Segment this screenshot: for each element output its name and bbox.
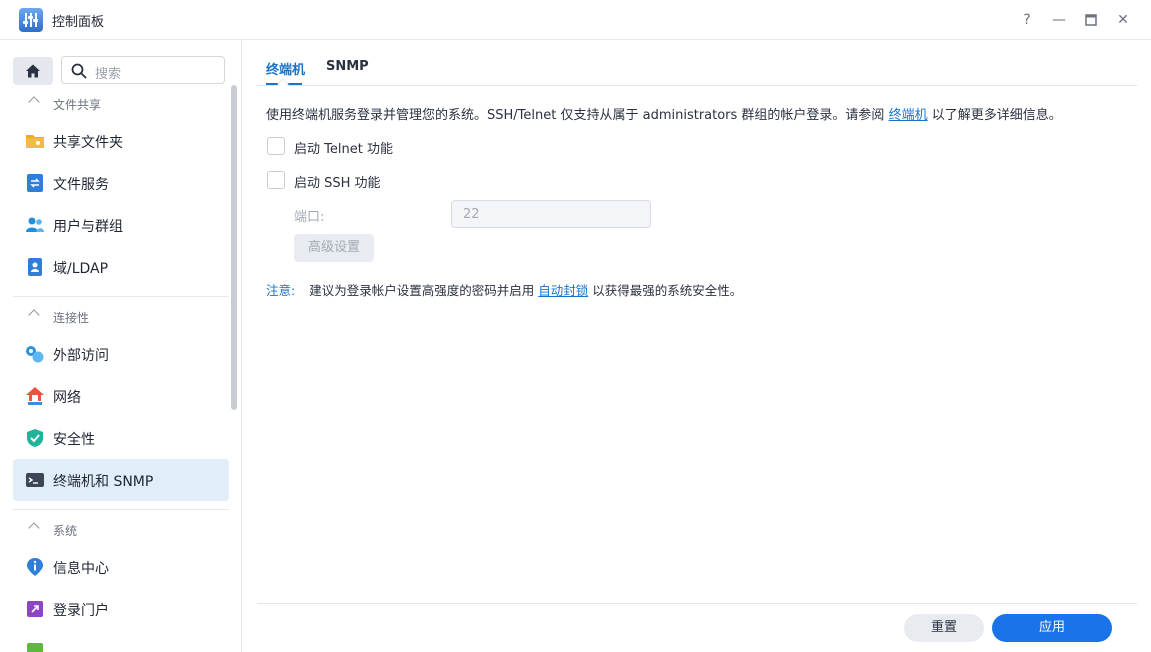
search-placeholder: 搜索 bbox=[95, 67, 122, 82]
external-access-icon bbox=[26, 346, 44, 363]
home-icon bbox=[26, 64, 40, 78]
sidebar-item-network[interactable]: 网络 bbox=[13, 375, 229, 417]
main-panel: 终端机 SNMP 使用终端机服务登录并管理您的系统。SSH/Telnet 仅支持… bbox=[243, 40, 1151, 652]
tab-terminal[interactable]: 终端机 bbox=[266, 59, 305, 78]
sidebar-item-external-access[interactable]: 外部访问 bbox=[13, 333, 229, 375]
sidebar: 搜索 文件共享 共享文件夹 文件服务 用户与群组 域/LDAP 连接性 外部访问… bbox=[0, 40, 242, 652]
sidebar-item-domain-ldap[interactable]: 域/LDAP bbox=[13, 246, 229, 288]
shield-icon bbox=[27, 429, 43, 447]
sidebar-item-security[interactable]: 安全性 bbox=[13, 417, 229, 459]
ssh-label: 启动 SSH 功能 bbox=[294, 176, 381, 191]
users-icon bbox=[26, 217, 44, 232]
maximize-icon[interactable] bbox=[1081, 10, 1101, 30]
section-connectivity[interactable]: 连接性 bbox=[13, 303, 229, 333]
task-icon bbox=[27, 643, 43, 652]
sidebar-item-file-services[interactable]: 文件服务 bbox=[13, 162, 229, 204]
control-panel-icon bbox=[19, 8, 43, 32]
sidebar-item-shared-folder[interactable]: 共享文件夹 bbox=[13, 120, 229, 162]
section-label: 文件共享 bbox=[53, 98, 102, 112]
sidebar-item-label: 登录门户 bbox=[53, 603, 109, 619]
info-icon bbox=[27, 558, 43, 576]
telnet-checkbox[interactable] bbox=[267, 137, 285, 155]
section-system[interactable]: 系统 bbox=[13, 516, 229, 546]
sidebar-item-users-groups[interactable]: 用户与群组 bbox=[13, 204, 229, 246]
tab-snmp[interactable]: SNMP bbox=[326, 59, 369, 74]
port-field[interactable]: 22 bbox=[451, 200, 651, 228]
file-service-icon bbox=[27, 174, 43, 192]
chevron-up-icon bbox=[28, 309, 40, 321]
security-note: 注意: 建议为登录帐户设置高强度的密码并启用 自动封锁 以获得最强的系统安全性。 bbox=[266, 280, 742, 299]
sidebar-scrollbar[interactable] bbox=[231, 85, 237, 410]
minimize-icon[interactable]: — bbox=[1049, 10, 1069, 30]
search-input[interactable]: 搜索 bbox=[61, 56, 225, 84]
terminal-help-link[interactable]: 终端机 bbox=[889, 108, 928, 123]
note-suffix: 以获得最强的系统安全性。 bbox=[592, 283, 743, 298]
sidebar-item-login-portal[interactable]: 登录门户 bbox=[13, 588, 229, 630]
window-title: 控制面板 bbox=[52, 15, 105, 30]
note-text: 建议为登录帐户设置高强度的密码并启用 bbox=[309, 283, 535, 298]
ldap-icon bbox=[28, 258, 42, 276]
folder-icon bbox=[26, 135, 44, 148]
sidebar-item-label: 文件服务 bbox=[53, 177, 109, 193]
description-suffix: 以了解更多详细信息。 bbox=[931, 108, 1062, 123]
sidebar-item-info-center[interactable]: 信息中心 bbox=[13, 546, 229, 588]
section-file-sharing[interactable]: 文件共享 bbox=[13, 90, 229, 120]
service-description: 使用终端机服务登录并管理您的系统。SSH/Telnet 仅支持从属于 admin… bbox=[266, 104, 1062, 123]
sidebar-item-label: 外部访问 bbox=[53, 348, 109, 364]
sidebar-item-terminal-snmp[interactable]: 终端机和 SNMP bbox=[13, 459, 229, 501]
sidebar-item-label: 网络 bbox=[53, 390, 81, 406]
sidebar-item-label: 用户与群组 bbox=[53, 219, 123, 235]
chevron-up-icon bbox=[28, 96, 40, 108]
section-label: 连接性 bbox=[53, 311, 90, 325]
divider bbox=[13, 509, 229, 510]
divider bbox=[13, 296, 229, 297]
apply-button[interactable]: 应用 bbox=[992, 614, 1112, 642]
login-portal-icon bbox=[27, 601, 43, 617]
title-bar: 控制面板 ? — ✕ bbox=[0, 0, 1151, 40]
ssh-checkbox[interactable] bbox=[267, 171, 285, 189]
chevron-up-icon bbox=[28, 522, 40, 534]
search-icon bbox=[71, 63, 87, 79]
description-text: 使用终端机服务登录并管理您的系统。SSH/Telnet 仅支持从属于 admin… bbox=[266, 108, 885, 123]
advanced-settings-button[interactable]: 高级设置 bbox=[294, 234, 374, 262]
telnet-label: 启动 Telnet 功能 bbox=[294, 142, 393, 157]
tab-bar: 终端机 SNMP bbox=[257, 40, 1137, 90]
close-icon[interactable]: ✕ bbox=[1113, 10, 1133, 30]
note-keyword: 注意: bbox=[266, 283, 296, 298]
port-value: 22 bbox=[463, 207, 480, 222]
sidebar-item-label: 终端机和 SNMP bbox=[53, 474, 154, 490]
sidebar-item-label: 共享文件夹 bbox=[53, 135, 123, 151]
tab-notch bbox=[277, 78, 289, 90]
terminal-icon bbox=[26, 473, 44, 487]
help-icon[interactable]: ? bbox=[1017, 10, 1037, 30]
auto-block-link[interactable]: 自动封锁 bbox=[538, 283, 588, 298]
sidebar-item-label: 安全性 bbox=[53, 432, 95, 448]
sidebar-item-label: 域/LDAP bbox=[53, 261, 109, 277]
sidebar-item-label: 信息中心 bbox=[53, 561, 109, 577]
network-icon bbox=[26, 387, 44, 405]
sidebar-item-partial[interactable] bbox=[13, 630, 229, 652]
footer-divider bbox=[257, 603, 1137, 604]
section-label: 系统 bbox=[53, 524, 78, 538]
home-button[interactable] bbox=[13, 57, 53, 85]
port-label: 端口: bbox=[294, 210, 325, 225]
reset-button[interactable]: 重置 bbox=[904, 614, 984, 642]
